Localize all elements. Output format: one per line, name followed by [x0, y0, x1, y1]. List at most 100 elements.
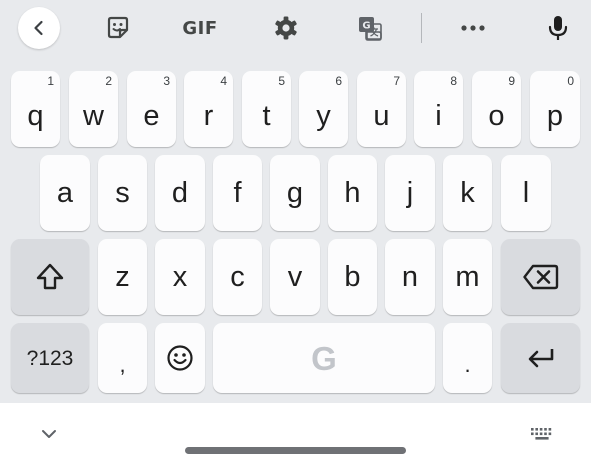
google-logo: G: [311, 339, 337, 377]
hide-keyboard-button[interactable]: [36, 424, 62, 444]
key-label: y: [316, 99, 331, 132]
key-l[interactable]: l: [501, 155, 551, 231]
key-label: b: [344, 260, 361, 293]
shift-key[interactable]: [11, 239, 89, 315]
key-label: j: [406, 176, 414, 209]
key-f[interactable]: f: [213, 155, 262, 231]
key-t[interactable]: 5t: [242, 71, 291, 147]
key-q[interactable]: 1q: [11, 71, 60, 147]
period-key[interactable]: .: [443, 323, 492, 393]
key-label: ,: [119, 352, 126, 377]
emoji-key[interactable]: [155, 323, 205, 393]
key-label: p: [546, 99, 564, 132]
key-c[interactable]: c: [213, 239, 262, 315]
emoji-icon: [166, 344, 194, 372]
enter-key[interactable]: [501, 323, 580, 393]
key-label: z: [115, 260, 130, 293]
key-hint: 8: [450, 74, 457, 88]
key-label: n: [401, 260, 419, 293]
key-label: ?123: [26, 346, 74, 370]
key-g[interactable]: g: [270, 155, 320, 231]
keyboard-toolbar: GIF G: [0, 0, 591, 56]
key-k[interactable]: k: [443, 155, 492, 231]
keyboard-icon: [530, 427, 554, 441]
shift-icon: [35, 262, 65, 292]
key-b[interactable]: b: [328, 239, 377, 315]
voice-input-button[interactable]: [536, 6, 580, 50]
key-label: a: [56, 176, 74, 209]
key-r[interactable]: 4r: [184, 71, 233, 147]
key-label: c: [230, 260, 245, 293]
key-y[interactable]: 6y: [299, 71, 348, 147]
key-hint: 5: [278, 74, 285, 88]
backspace-key[interactable]: [501, 239, 580, 315]
key-hint: 4: [220, 74, 227, 88]
key-label: g: [286, 176, 304, 209]
key-hint: 6: [335, 74, 342, 88]
comma-key[interactable]: ,: [98, 323, 147, 393]
key-label: k: [460, 176, 475, 209]
backspace-icon: [522, 264, 559, 290]
key-label: f: [233, 176, 242, 209]
gif-label: GIF: [182, 17, 218, 39]
more-button[interactable]: [451, 6, 495, 50]
key-label: i: [435, 99, 442, 132]
key-w[interactable]: 2w: [69, 71, 118, 147]
key-label: s: [115, 176, 130, 209]
key-label: o: [488, 99, 505, 132]
key-e[interactable]: 3e: [127, 71, 176, 147]
svg-text:G: G: [362, 21, 370, 32]
key-label: t: [262, 99, 271, 132]
key-i[interactable]: 8i: [414, 71, 463, 147]
key-n[interactable]: n: [385, 239, 435, 315]
gear-icon: [273, 15, 299, 41]
key-m[interactable]: m: [443, 239, 492, 315]
key-j[interactable]: j: [385, 155, 435, 231]
more-icon: [460, 24, 486, 32]
back-button[interactable]: [18, 7, 60, 49]
navigation-bar: [0, 403, 591, 468]
key-hint: 7: [393, 74, 400, 88]
key-label: h: [344, 176, 361, 209]
key-hint: 3: [163, 74, 170, 88]
keyboard: GIF G 1 q 2 w 3 e 4 r 5 t 6 y 7 u 8 i 9 …: [0, 0, 591, 403]
home-indicator[interactable]: [185, 447, 406, 454]
key-label: d: [171, 176, 189, 209]
key-label: q: [27, 99, 44, 132]
key-x[interactable]: x: [155, 239, 205, 315]
key-u[interactable]: 7u: [357, 71, 406, 147]
chevron-down-icon: [41, 429, 57, 439]
key-label: .: [464, 352, 471, 377]
back-icon: [31, 20, 47, 36]
key-label: e: [143, 99, 160, 132]
microphone-icon: [547, 14, 569, 42]
key-label: l: [522, 176, 530, 209]
enter-icon: [526, 347, 556, 369]
key-d[interactable]: d: [155, 155, 205, 231]
key-a[interactable]: a: [40, 155, 90, 231]
toolbar-divider: [421, 13, 422, 43]
translate-icon: G: [357, 15, 383, 41]
switch-keyboard-button[interactable]: [526, 424, 558, 444]
key-p[interactable]: 0p: [530, 71, 580, 147]
key-hint: 0: [567, 74, 574, 88]
space-key[interactable]: G: [213, 323, 435, 393]
symbols-key[interactable]: ?123: [11, 323, 89, 393]
key-o[interactable]: 9o: [472, 71, 521, 147]
key-hint: 2: [105, 74, 112, 88]
key-label: v: [287, 260, 303, 293]
key-label: w: [83, 99, 104, 132]
key-h[interactable]: h: [328, 155, 377, 231]
key-hint: 1: [47, 74, 54, 88]
translate-button[interactable]: G: [348, 6, 392, 50]
sticker-button[interactable]: [96, 6, 140, 50]
key-label: u: [373, 99, 390, 132]
key-label: m: [455, 260, 480, 293]
key-label: x: [172, 260, 188, 293]
key-hint: 9: [508, 74, 515, 88]
key-z[interactable]: z: [98, 239, 147, 315]
key-s[interactable]: s: [98, 155, 147, 231]
key-v[interactable]: v: [270, 239, 320, 315]
gif-button[interactable]: GIF: [178, 6, 222, 50]
settings-button[interactable]: [264, 6, 308, 50]
